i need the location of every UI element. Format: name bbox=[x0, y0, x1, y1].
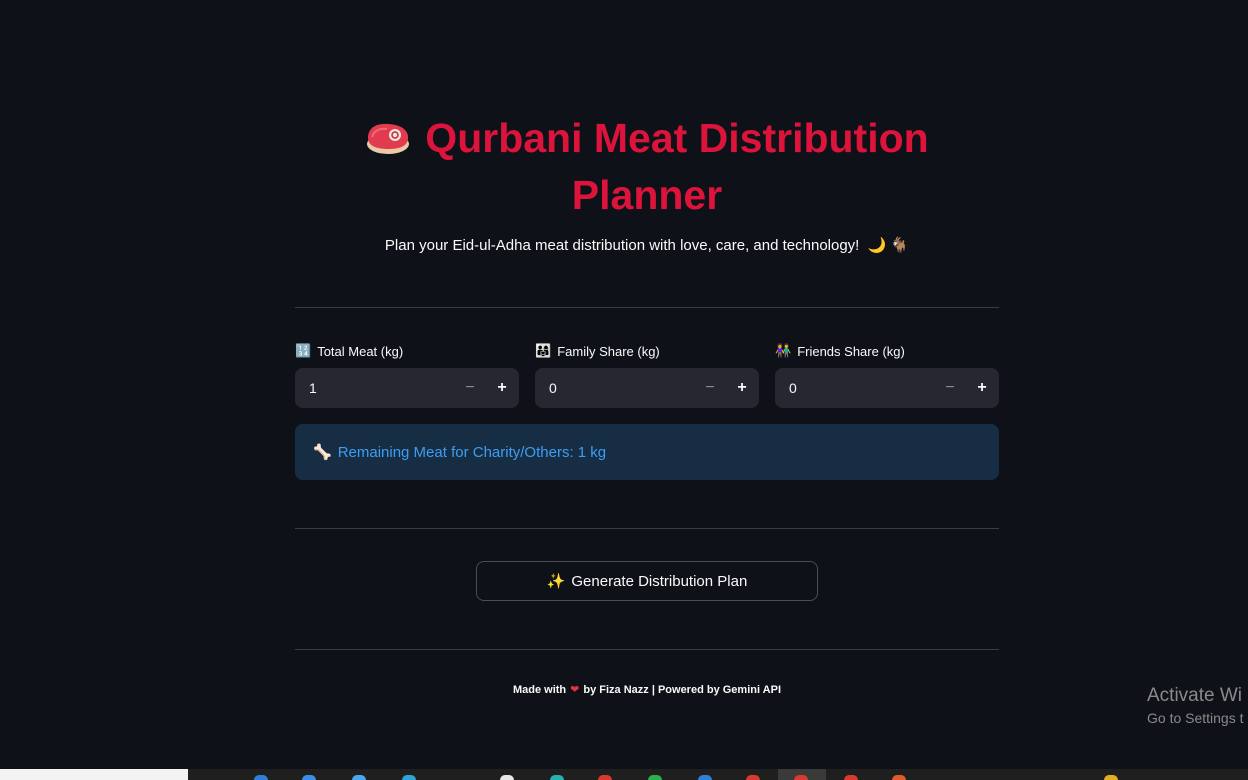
total-meat-label: 🔢 Total Meat (kg) bbox=[295, 341, 519, 361]
taskbar-app-icon[interactable] bbox=[698, 775, 712, 780]
page-title-text: Qurbani Meat Distribution Planner bbox=[425, 115, 929, 218]
moon-goat-icons: 🌙 🐐 bbox=[867, 237, 910, 254]
friends-share-label: 👫 Friends Share (kg) bbox=[775, 341, 999, 361]
taskbar-search-box[interactable] bbox=[0, 769, 188, 780]
windows-activation-watermark: Activate Wi Go to Settings t bbox=[1147, 684, 1244, 728]
friends-share-decrement-button[interactable]: − bbox=[934, 368, 966, 408]
family-share-label-text: Family Share (kg) bbox=[557, 343, 660, 359]
friends-share-number-input: − + bbox=[775, 368, 999, 408]
footer-credit: by Fiza Nazz | Powered by Gemini API bbox=[583, 684, 782, 696]
family-icon: 👨‍👩‍👧 bbox=[535, 343, 552, 358]
friends-share-label-text: Friends Share (kg) bbox=[797, 343, 905, 359]
family-share-increment-button[interactable]: + bbox=[726, 368, 758, 408]
total-meat-input[interactable] bbox=[295, 379, 454, 397]
remaining-meat-info: 🦴 Remaining Meat for Charity/Others: 1 k… bbox=[295, 424, 999, 480]
taskbar-app-icon[interactable] bbox=[302, 775, 316, 780]
total-meat-increment-button[interactable]: + bbox=[486, 368, 518, 408]
taskbar-app-icon[interactable] bbox=[794, 775, 808, 780]
heart-icon: ❤ bbox=[570, 684, 580, 696]
divider bbox=[295, 307, 999, 308]
taskbar-app-icon[interactable] bbox=[598, 775, 612, 780]
remaining-meat-text: Remaining Meat for Charity/Others: 1 kg bbox=[337, 443, 607, 461]
bone-icon: 🦴 bbox=[313, 444, 332, 461]
friends-share-increment-button[interactable]: + bbox=[966, 368, 998, 408]
subtitle: Plan your Eid-ul-Adha meat distribution … bbox=[295, 235, 999, 257]
total-meat-label-text: Total Meat (kg) bbox=[317, 343, 404, 359]
taskbar-app-icon[interactable] bbox=[648, 775, 662, 780]
taskbar bbox=[0, 769, 1248, 780]
footer: Made with ❤ by Fiza Nazz | Powered by Gemi… bbox=[295, 683, 999, 696]
total-meat-field: 🔢 Total Meat (kg) − + bbox=[295, 341, 519, 408]
footer-made-with: Made with bbox=[512, 684, 567, 696]
watermark-line-2: Go to Settings t bbox=[1147, 710, 1244, 726]
generate-plan-button[interactable]: ✨ Generate Distribution Plan bbox=[476, 561, 818, 601]
family-share-input[interactable] bbox=[535, 379, 694, 397]
taskbar-app-icon[interactable] bbox=[402, 775, 416, 780]
family-share-field: 👨‍👩‍👧 Family Share (kg) − + bbox=[535, 341, 759, 408]
taskbar-app-icon[interactable] bbox=[550, 775, 564, 780]
family-share-label: 👨‍👩‍👧 Family Share (kg) bbox=[535, 341, 759, 361]
taskbar-app-icon[interactable] bbox=[844, 775, 858, 780]
divider bbox=[295, 649, 999, 650]
subtitle-text: Plan your Eid-ul-Adha meat distribution … bbox=[384, 237, 860, 254]
friends-icon: 👫 bbox=[775, 343, 792, 358]
total-meat-decrement-button[interactable]: − bbox=[454, 368, 486, 408]
page-title: Qurbani Meat Distribution Planner bbox=[295, 112, 999, 222]
family-share-number-input: − + bbox=[535, 368, 759, 408]
sparkles-icon: ✨ bbox=[546, 573, 566, 590]
taskbar-app-icon[interactable] bbox=[746, 775, 760, 780]
taskbar-app-icon[interactable] bbox=[500, 775, 514, 780]
total-meat-number-input: − + bbox=[295, 368, 519, 408]
generate-plan-label: Generate Distribution Plan bbox=[571, 572, 748, 590]
meat-icon bbox=[365, 116, 411, 169]
friends-share-field: 👫 Friends Share (kg) − + bbox=[775, 341, 999, 408]
watermark-line-1: Activate Wi bbox=[1147, 685, 1243, 706]
divider bbox=[295, 528, 999, 529]
taskbar-app-icon[interactable] bbox=[254, 775, 268, 780]
family-share-decrement-button[interactable]: − bbox=[694, 368, 726, 408]
taskbar-app-icon[interactable] bbox=[1104, 775, 1118, 780]
numbers-icon: 🔢 bbox=[295, 343, 312, 358]
friends-share-input[interactable] bbox=[775, 379, 934, 397]
taskbar-app-icon[interactable] bbox=[892, 775, 906, 780]
taskbar-app-icon[interactable] bbox=[352, 775, 366, 780]
